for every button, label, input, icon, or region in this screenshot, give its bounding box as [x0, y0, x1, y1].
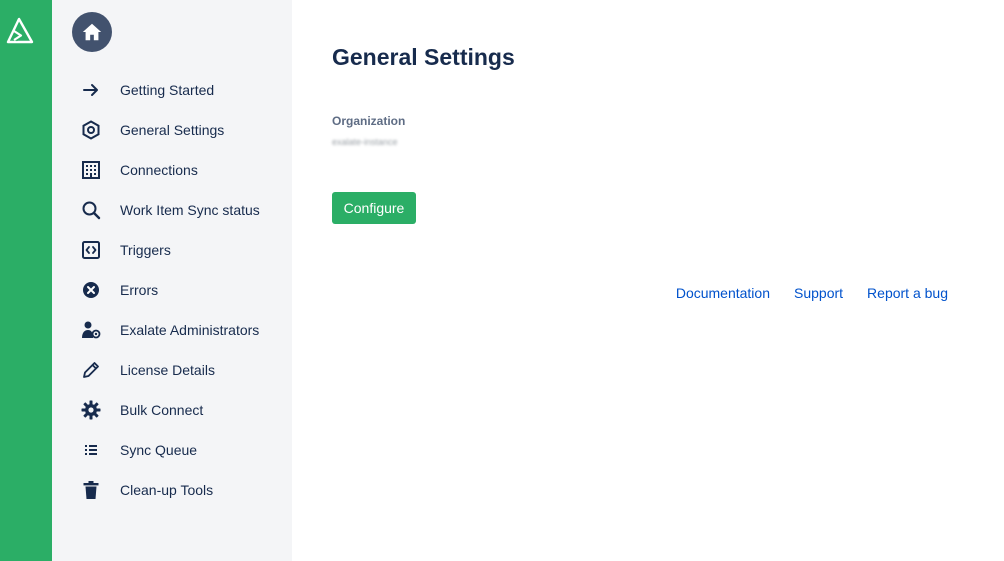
list-icon — [80, 439, 102, 461]
organization-value: exalate-instance — [332, 137, 398, 147]
organization-label: Organization — [332, 114, 406, 128]
sidebar-item-errors[interactable]: Errors — [52, 270, 292, 310]
main-content: General Settings Organization exalate-in… — [292, 0, 1004, 561]
error-circle-icon — [80, 279, 102, 301]
sidebar-item-connections[interactable]: Connections — [52, 150, 292, 190]
documentation-link[interactable]: Documentation — [676, 285, 770, 301]
sidebar-item-label: Exalate Administrators — [120, 322, 260, 338]
app-root: Getting Started General Settings Connect… — [0, 0, 1004, 561]
sidebar-item-work-item-sync-status[interactable]: Work Item Sync status — [52, 190, 292, 230]
search-icon — [80, 199, 102, 221]
pencil-icon — [80, 359, 102, 381]
code-icon — [80, 239, 102, 261]
sidebar-item-label: General Settings — [120, 122, 225, 138]
support-link[interactable]: Support — [794, 285, 843, 301]
configure-button[interactable]: Configure — [332, 192, 416, 224]
sidebar-item-general-settings[interactable]: General Settings — [52, 110, 292, 150]
sidebar-item-bulk-connect[interactable]: Bulk Connect — [52, 390, 292, 430]
sidebar: Getting Started General Settings Connect… — [52, 0, 292, 561]
sidebar-item-label: Errors — [120, 282, 159, 298]
sidebar-item-label: Work Item Sync status — [120, 202, 260, 218]
trash-icon — [80, 479, 102, 501]
footer-links: Documentation Support Report a bug — [676, 285, 948, 301]
home-button[interactable] — [72, 12, 112, 52]
sidebar-item-label: Getting Started — [120, 82, 215, 98]
sidebar-item-clean-up-tools[interactable]: Clean-up Tools — [52, 470, 292, 510]
sidebar-item-label: Connections — [120, 162, 198, 178]
gear-icon — [80, 399, 102, 421]
sidebar-item-label: Bulk Connect — [120, 402, 204, 418]
hexagon-settings-icon — [80, 119, 102, 141]
sidebar-item-triggers[interactable]: Triggers — [52, 230, 292, 270]
admin-user-icon — [80, 319, 102, 341]
sidebar-item-label: Sync Queue — [120, 442, 198, 458]
home-icon — [82, 23, 102, 41]
sidebar-item-license-details[interactable]: License Details — [52, 350, 292, 390]
sidebar-item-exalate-administrators[interactable]: Exalate Administrators — [52, 310, 292, 350]
report-bug-link[interactable]: Report a bug — [867, 285, 948, 301]
app-rail — [0, 0, 52, 561]
sidebar-item-getting-started[interactable]: Getting Started — [52, 70, 292, 110]
sidebar-item-label: Triggers — [120, 242, 171, 258]
sidebar-nav: Getting Started General Settings Connect… — [52, 70, 292, 510]
sidebar-item-label: License Details — [120, 362, 215, 378]
arrow-right-icon — [80, 79, 102, 101]
sidebar-item-sync-queue[interactable]: Sync Queue — [52, 430, 292, 470]
exalate-logo-icon[interactable] — [5, 16, 35, 46]
sidebar-item-label: Clean-up Tools — [120, 482, 214, 498]
building-icon — [80, 159, 102, 181]
page-title: General Settings — [332, 44, 515, 70]
